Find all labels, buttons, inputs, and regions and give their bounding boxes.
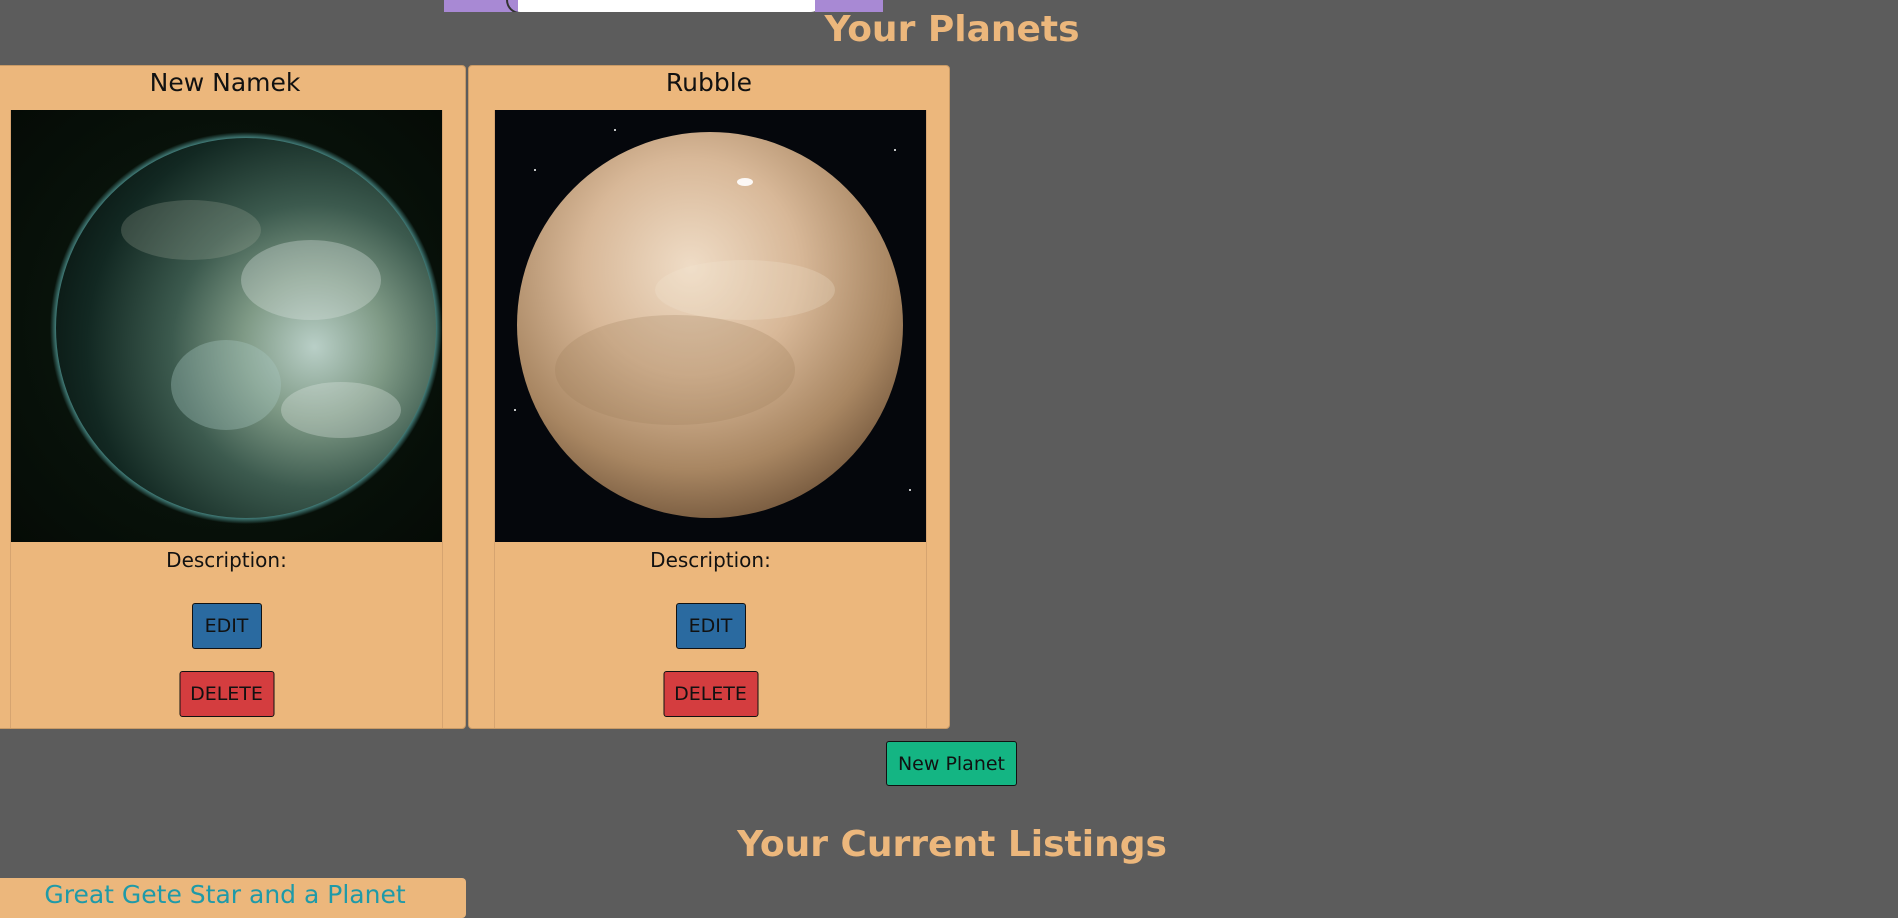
planet-image (11, 110, 442, 542)
your-planets-heading: Your Planets (824, 9, 1080, 50)
delete-button[interactable]: DELETE (663, 671, 758, 717)
description-label: Description: (166, 548, 287, 572)
your-current-listings-heading: Your Current Listings (737, 824, 1167, 865)
planet-card: Rubble Description: EDIT DELETE (468, 65, 950, 729)
edit-button[interactable]: EDIT (675, 603, 746, 649)
new-planet-button[interactable]: New Planet (886, 741, 1017, 786)
planet-card-body: Description: EDIT DELETE (10, 110, 443, 728)
edit-button[interactable]: EDIT (191, 603, 262, 649)
delete-button[interactable]: DELETE (179, 671, 274, 717)
planet-card: New Namek Description: EDIT DELETE (0, 65, 466, 729)
listing-name-link[interactable]: Great Gete Star and a Planet (0, 880, 466, 909)
planet-name: Rubble (665, 68, 753, 97)
listing-card: Great Gete Star and a Planet (0, 878, 466, 918)
planet-image (495, 110, 926, 542)
planet-name: New Namek (149, 68, 301, 97)
planet-card-body: Description: EDIT DELETE (494, 110, 927, 728)
description-label: Description: (650, 548, 771, 572)
